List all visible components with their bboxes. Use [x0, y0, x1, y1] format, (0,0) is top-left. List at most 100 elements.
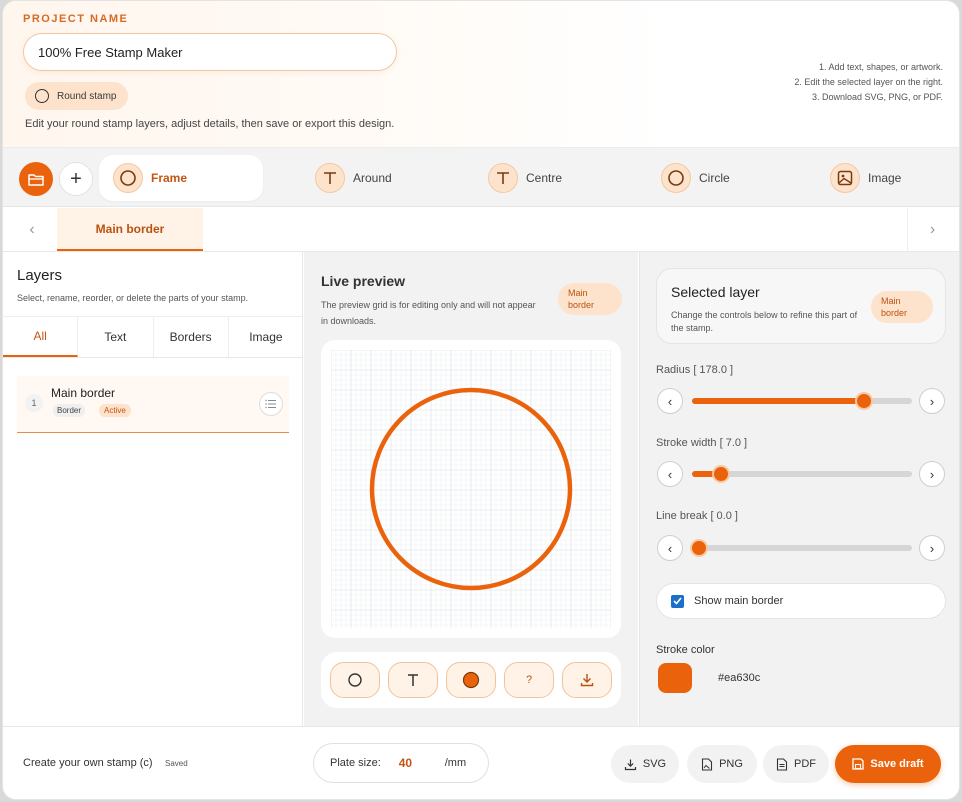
save-draft-button[interactable]: Save draft — [835, 745, 941, 783]
filter-tab-all[interactable]: All — [3, 317, 79, 357]
layer-kind-badge: Border — [53, 404, 86, 417]
line-break-decrease-button[interactable]: ‹ — [657, 535, 683, 561]
layers-title: Layers — [17, 267, 63, 284]
tabs-prev-button[interactable]: ‹ — [7, 208, 57, 251]
selected-layer-badge: Main border — [871, 291, 933, 323]
selected-layer-card: Selected layer Change the controls below… — [656, 268, 946, 344]
chevron-left-icon: ‹ — [29, 220, 35, 238]
quick-add-circle-button[interactable] — [330, 662, 380, 698]
slider-fill — [692, 398, 864, 404]
export-svg-button[interactable]: SVG — [611, 745, 679, 783]
line-break-label: Line break [ 0.0 ] — [656, 510, 738, 522]
plate-size-label: Plate size: — [330, 757, 381, 769]
folder-icon — [28, 174, 44, 186]
tool-centre[interactable]: Centre — [474, 155, 576, 201]
open-file-button[interactable] — [19, 162, 53, 196]
layer-menu-button[interactable] — [259, 392, 283, 416]
stroke-color-swatch[interactable] — [658, 663, 692, 693]
plus-icon: + — [70, 167, 82, 190]
tool-bar: + Frame Around Centre Circle Image — [3, 147, 959, 207]
project-header: PROJECT NAME Round stamp Edit your round… — [3, 1, 959, 147]
chevron-right-icon: › — [929, 466, 935, 482]
filter-tab-image[interactable]: Image — [229, 317, 303, 357]
stamp-type-chip[interactable]: Round stamp — [25, 82, 129, 110]
chevron-left-icon: ‹ — [667, 466, 673, 482]
text-icon — [408, 674, 418, 686]
text-icon — [315, 163, 345, 193]
tool-label: Around — [353, 171, 392, 185]
chevron-left-icon: ‹ — [667, 540, 673, 556]
radius-label: Radius [ 178.0 ] — [656, 364, 733, 376]
help-button[interactable]: ? — [504, 662, 554, 698]
line-break-increase-button[interactable]: › — [919, 535, 945, 561]
circle-icon — [35, 89, 49, 103]
control-value: [ 0.0 ] — [710, 510, 738, 522]
export-pdf-button[interactable]: PDF — [763, 745, 829, 783]
filter-tab-text[interactable]: Text — [78, 317, 154, 357]
chevron-right-icon: › — [929, 540, 935, 556]
stroke-color-hex[interactable]: #ea630c — [718, 672, 760, 684]
project-description: Edit your round stamp layers, adjust det… — [25, 118, 395, 130]
radius-decrease-button[interactable]: ‹ — [657, 388, 683, 414]
chevron-left-icon: ‹ — [667, 393, 673, 409]
help-icon: ? — [525, 674, 533, 686]
checkbox-checked-icon[interactable] — [671, 594, 684, 608]
download-icon — [624, 759, 636, 770]
stroke-width-decrease-button[interactable]: ‹ — [657, 461, 683, 487]
selected-layer-subtitle: Change the controls below to refine this… — [671, 310, 858, 333]
preview-layer-badge: Main border — [558, 283, 622, 315]
filled-circle-icon — [462, 671, 480, 689]
tool-frame[interactable]: Frame — [99, 155, 263, 201]
quick-add-text-button[interactable] — [388, 662, 438, 698]
circle-icon — [348, 673, 362, 687]
show-main-border-toggle[interactable]: Show main border — [656, 583, 946, 619]
export-png-button[interactable]: PNG — [687, 745, 757, 783]
stamp-preview-canvas[interactable] — [331, 350, 611, 628]
tabs-next-button[interactable]: › — [907, 208, 957, 251]
layer-filter-tabs: All Text Borders Image — [3, 316, 303, 358]
plate-size-field[interactable]: Plate size: 40 /mm — [313, 743, 489, 783]
download-icon — [580, 674, 594, 687]
control-name: Radius — [656, 364, 691, 376]
stamp-type-label: Round stamp — [57, 90, 117, 102]
file-image-icon — [702, 757, 713, 771]
preview-title: Live preview — [321, 273, 406, 289]
tool-around[interactable]: Around — [301, 155, 406, 201]
app-window: PROJECT NAME Round stamp Edit your round… — [2, 0, 960, 800]
circle-icon — [661, 163, 691, 193]
layers-panel: Layers Select, rename, reorder, or delet… — [3, 252, 303, 726]
tool-label: Centre — [526, 171, 563, 185]
stroke-width-slider[interactable] — [692, 465, 912, 483]
export-png-label: PNG — [719, 758, 743, 770]
help-step: 3. Download SVG, PNG, or PDF. — [811, 92, 943, 102]
tool-circle[interactable]: Circle — [647, 155, 744, 201]
filter-tab-borders[interactable]: Borders — [154, 317, 229, 357]
file-text-icon — [776, 757, 788, 771]
layer-tab-main-border[interactable]: Main border — [57, 208, 203, 251]
text-icon — [488, 163, 518, 193]
brand-text: Create your own stamp (c) — [23, 757, 153, 769]
quick-add-filled-circle-button[interactable] — [446, 662, 496, 698]
circle-icon — [113, 163, 143, 193]
layer-tab-strip: ‹ Main border › — [3, 208, 959, 252]
add-layer-button[interactable]: + — [59, 162, 93, 196]
layers-subtitle: Select, rename, reorder, or delete the p… — [17, 293, 249, 303]
image-icon — [830, 163, 860, 193]
layer-item[interactable]: 1 Main border Border Active — [17, 376, 289, 433]
help-step: 2. Edit the selected layer on the right. — [794, 77, 943, 87]
slider-thumb[interactable] — [711, 465, 730, 483]
save-draft-label: Save draft — [870, 758, 924, 770]
export-pdf-label: PDF — [794, 758, 816, 770]
layer-status-badge: Active — [99, 404, 131, 417]
slider-thumb[interactable] — [689, 539, 708, 557]
tool-image[interactable]: Image — [816, 155, 915, 201]
radius-slider[interactable] — [692, 392, 912, 410]
slider-thumb[interactable] — [854, 392, 873, 410]
radius-increase-button[interactable]: › — [919, 388, 945, 414]
plate-size-input[interactable]: 40 — [399, 756, 439, 770]
quick-download-button[interactable] — [562, 662, 612, 698]
stroke-width-increase-button[interactable]: › — [919, 461, 945, 487]
tool-label: Circle — [699, 171, 730, 185]
line-break-slider[interactable] — [689, 539, 912, 557]
project-name-input[interactable] — [23, 33, 397, 71]
